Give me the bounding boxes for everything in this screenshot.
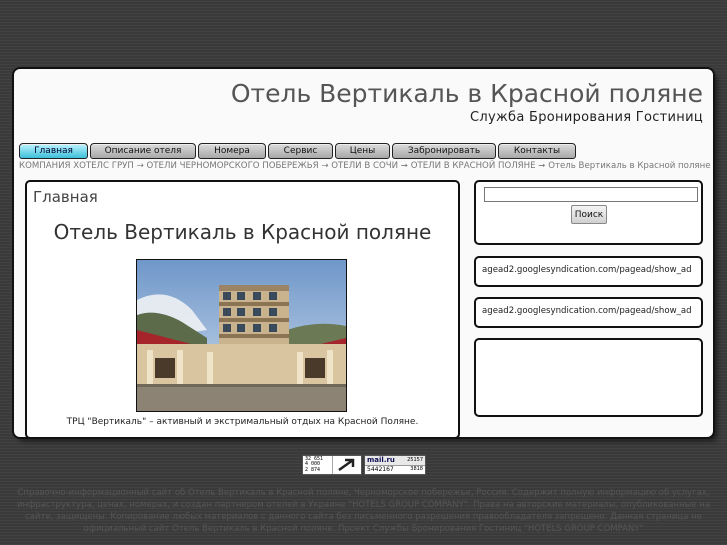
breadcrumb-current: Отель Вертикаль в Красной поляне bbox=[548, 161, 711, 171]
breadcrumb-separator: ➞ bbox=[535, 161, 549, 171]
breadcrumb-link-krasnaya-polyana-hotels[interactable]: ОТЕЛИ В КРАСНОЙ ПОЛЯНЕ bbox=[411, 161, 536, 171]
nav-tab-hotel-description[interactable]: Описание отеля bbox=[90, 143, 196, 159]
ad-link[interactable]: agead2.googlesyndication.com/pagead/show… bbox=[482, 265, 692, 275]
breadcrumb-separator: → bbox=[318, 161, 332, 171]
ad-box-1: agead2.googlesyndication.com/pagead/show… bbox=[474, 256, 703, 287]
ad-box-2: agead2.googlesyndication.com/pagead/show… bbox=[474, 297, 703, 328]
nav-tab-prices[interactable]: Цены bbox=[335, 143, 390, 159]
hotel-photo bbox=[136, 259, 347, 412]
breadcrumb-link-sochi-hotels[interactable]: ОТЕЛИ В СОЧИ bbox=[331, 161, 398, 171]
article-title: Отель Вертикаль в Красной поляне bbox=[53, 220, 432, 244]
footer-text: Справочно-информационный сайт об Отель В… bbox=[16, 488, 711, 534]
search-box: Поиск bbox=[474, 180, 703, 245]
breadcrumb-separator: → bbox=[133, 161, 147, 171]
counter-line: 2 874 bbox=[305, 466, 321, 473]
photo-caption: ТРЦ "Вертикаль" – активный и экстримальн… bbox=[66, 417, 419, 427]
nav-tab-book[interactable]: Забронировать bbox=[392, 143, 496, 159]
nav-tab-home[interactable]: Главная bbox=[19, 143, 88, 159]
mailru-logo: mail.ru bbox=[367, 456, 395, 464]
mailru-counter[interactable]: mail.ru 25157 5442167 3818 bbox=[364, 455, 426, 475]
breadcrumb-link-black-sea-hotels[interactable]: ОТЕЛИ ЧЕРНОМОРСКОГО ПОБЕРЕЖЬЯ bbox=[147, 161, 319, 171]
section-title: Главная bbox=[33, 188, 98, 206]
search-button[interactable]: Поиск bbox=[571, 205, 607, 224]
stats-counter[interactable]: 32 651 4 000 2 874 bbox=[302, 455, 362, 475]
nav-tab-service[interactable]: Сервис bbox=[268, 143, 333, 159]
counter-arrow-area bbox=[332, 456, 361, 474]
breadcrumb-separator: ➞ bbox=[398, 161, 411, 171]
page-frame: Отель Вертикаль в Красной поляне Служба … bbox=[14, 69, 713, 437]
breadcrumb: КОМПАНИЯ ХОТЕЛС ГРУП → ОТЕЛИ ЧЕРНОМОРСКО… bbox=[19, 161, 711, 171]
breadcrumb-link-company[interactable]: КОМПАНИЯ ХОТЕЛС ГРУП bbox=[19, 161, 134, 171]
nav-tab-contacts[interactable]: Контакты bbox=[498, 143, 576, 159]
counter-value: 3818 bbox=[410, 466, 423, 472]
main-content-panel: Главная Отель Вертикаль в Красной поляне bbox=[25, 180, 460, 437]
ad-link[interactable]: agead2.googlesyndication.com/pagead/show… bbox=[482, 306, 692, 316]
counter-value: 5442167 bbox=[367, 466, 394, 473]
site-title: Отель Вертикаль в Красной поляне bbox=[230, 79, 703, 108]
counter-value: 25157 bbox=[407, 457, 423, 463]
nav-tab-rooms[interactable]: Номера bbox=[198, 143, 266, 159]
site-subtitle: Служба Бронирования Гостиниц bbox=[470, 110, 703, 125]
ad-box-3 bbox=[474, 338, 703, 417]
search-input[interactable] bbox=[484, 187, 698, 202]
arrow-icon bbox=[338, 458, 355, 472]
